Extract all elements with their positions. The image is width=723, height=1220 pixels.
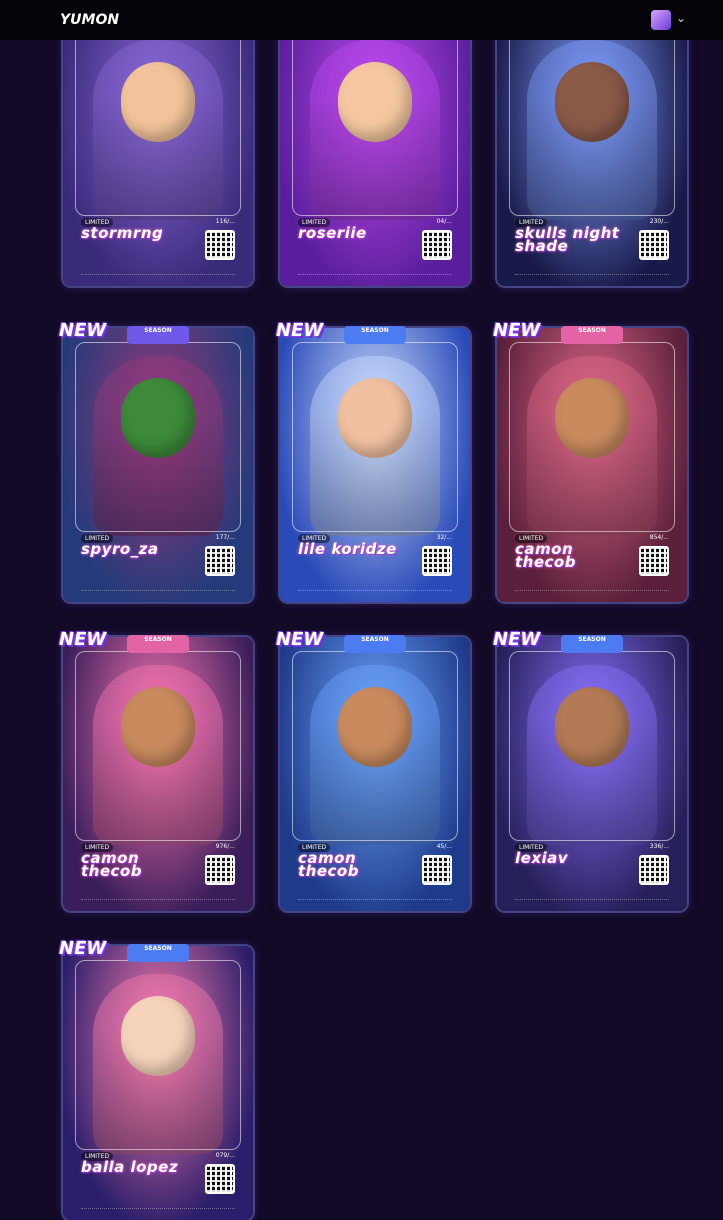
card-name: camon thecob [298,849,359,880]
card-name: spyro_za [81,540,159,558]
card-frame [75,26,241,216]
card-frame [292,342,458,532]
nft-card[interactable]: LIMITED camon thecob 854/... [497,328,687,602]
season-badge: SEASON [344,326,406,344]
season-badge: SEASON [561,326,623,344]
card-name: skulls night shade [515,224,620,255]
edition-number: 976/... [215,843,235,850]
season-badge: SEASON [344,635,406,653]
card-name: camon thecob [515,540,576,571]
card-footer [515,590,669,594]
edition-number: 079/... [215,1152,235,1159]
season-badge: SEASON [561,635,623,653]
qr-code-icon [205,230,235,260]
new-badge: NEW [493,320,541,341]
card-name: stormrng [81,224,164,242]
season-badge: SEASON [127,944,189,962]
card-footer [515,274,669,278]
qr-code-icon [205,546,235,576]
season-badge: SEASON [127,326,189,344]
card-frame [509,26,675,216]
nft-card[interactable]: LIMITED lexiav 336/... [497,637,687,911]
card-name: lile koridze [298,540,397,558]
chevron-down-icon[interactable]: ⌄ [676,11,686,25]
nft-card[interactable]: LIMITED lile koridze 32/... [280,328,470,602]
card-frame [292,651,458,841]
nft-card[interactable]: LIMITED skulls night shade 230/... [497,12,687,286]
card-frame [292,26,458,216]
new-badge: NEW [493,629,541,650]
nft-card[interactable]: LIMITED camon thecob 976/... [63,637,253,911]
qr-code-icon [639,230,669,260]
qr-code-icon [205,1164,235,1194]
card-frame [509,342,675,532]
card-footer [81,1208,235,1212]
edition-number: 32/... [436,534,452,541]
card-frame [75,960,241,1150]
new-badge: NEW [276,629,324,650]
card-name: lexiav [515,849,569,867]
qr-code-icon [422,855,452,885]
nft-card[interactable]: LIMITED balla lopez 079/... [63,946,253,1220]
nft-card[interactable]: LIMITED camon thecob 45/... [280,637,470,911]
card-frame [75,651,241,841]
qr-code-icon [422,230,452,260]
card-footer [298,274,452,278]
qr-code-icon [422,546,452,576]
season-badge: SEASON [127,635,189,653]
card-footer [515,899,669,903]
edition-number: 177/... [215,534,235,541]
new-badge: NEW [59,629,107,650]
edition-number: 45/... [436,843,452,850]
qr-code-icon [205,855,235,885]
card-footer [81,590,235,594]
card-name: balla lopez [81,1158,179,1176]
logo[interactable]: YUMON [60,12,119,28]
top-bar: YUMON ⌄ [0,0,723,40]
nft-card[interactable]: LIMITED roseriie 04/... [280,12,470,286]
new-badge: NEW [59,320,107,341]
edition-number: 854/... [649,534,669,541]
qr-code-icon [639,855,669,885]
card-footer [298,590,452,594]
card-footer [298,899,452,903]
card-footer [81,899,235,903]
card-name: camon thecob [81,849,142,880]
card-name: roseriie [298,224,367,242]
edition-number: 336/... [649,843,669,850]
user-avatar-icon[interactable] [651,10,671,30]
new-badge: NEW [276,320,324,341]
card-frame [509,651,675,841]
edition-number: 116/... [215,218,235,225]
card-frame [75,342,241,532]
card-footer [81,274,235,278]
nft-card[interactable]: LIMITED spyro_za 177/... [63,328,253,602]
edition-number: 230/... [649,218,669,225]
edition-number: 04/... [436,218,452,225]
new-badge: NEW [59,938,107,959]
qr-code-icon [639,546,669,576]
nft-card[interactable]: LIMITED stormrng 116/... [63,12,253,286]
